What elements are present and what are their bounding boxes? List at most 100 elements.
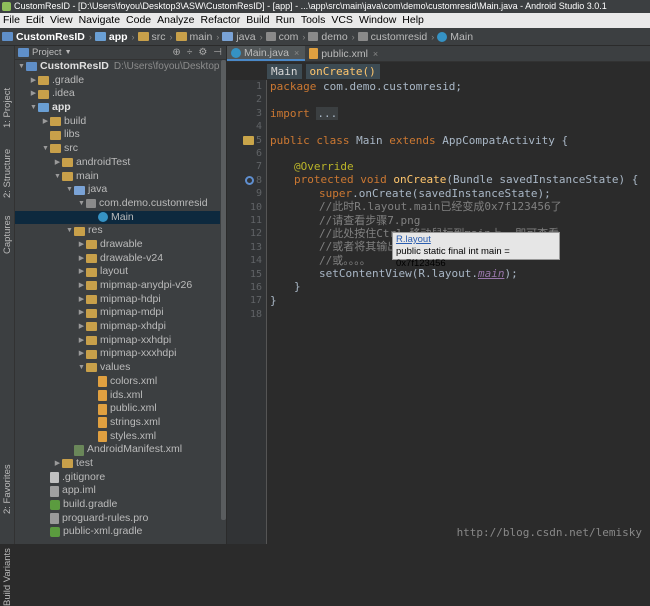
menu-tools[interactable]: Tools xyxy=(298,13,329,28)
tree-item[interactable]: ▶test xyxy=(15,457,226,471)
scrollbar-thumb[interactable] xyxy=(221,60,226,520)
nav-crumb-customresid[interactable]: CustomResID xyxy=(2,31,85,43)
structure-tool-tab[interactable]: 2: Structure xyxy=(2,149,13,198)
class-gutter-icon[interactable] xyxy=(243,136,254,145)
tree-item[interactable]: app.iml xyxy=(15,484,226,498)
tree-item[interactable]: strings.xml xyxy=(15,416,226,430)
nav-crumb-customresid[interactable]: customresid xyxy=(358,31,428,43)
tree-item[interactable]: ▶mipmap-xxxhdpi xyxy=(15,347,226,361)
tree-item[interactable]: ▶mipmap-xhdpi xyxy=(15,320,226,334)
project-panel-title[interactable]: Project xyxy=(32,47,62,58)
tree-item[interactable]: ▼src xyxy=(15,142,226,156)
locate-icon[interactable]: ⊕ xyxy=(172,47,180,58)
menu-build[interactable]: Build xyxy=(243,13,272,28)
project-scrollbar[interactable] xyxy=(220,60,226,544)
breadcrumb-class[interactable]: Main xyxy=(267,64,302,79)
menu-view[interactable]: View xyxy=(47,13,76,28)
tree-item[interactable]: ids.xml xyxy=(15,389,226,403)
tree-item[interactable]: ▶layout xyxy=(15,265,226,279)
nav-crumb-demo[interactable]: demo xyxy=(308,31,347,43)
nav-crumb-java[interactable]: java xyxy=(222,31,255,43)
menu-analyze[interactable]: Analyze xyxy=(154,13,197,28)
editor-tab-main-java[interactable]: Main.java× xyxy=(227,46,305,61)
collapse-arrow-icon[interactable]: ▶ xyxy=(41,115,50,129)
expand-arrow-icon[interactable]: ▼ xyxy=(41,142,50,156)
tree-item[interactable]: build.gradle xyxy=(15,498,226,512)
menu-edit[interactable]: Edit xyxy=(23,13,47,28)
tree-item[interactable]: ▼values xyxy=(15,361,226,375)
hide-panel-icon[interactable]: ⊣ xyxy=(213,47,222,58)
collapse-icon[interactable]: ÷ xyxy=(187,47,193,58)
menu-help[interactable]: Help xyxy=(399,13,427,28)
captures-tool-tab[interactable]: Captures xyxy=(2,215,13,254)
tree-item[interactable]: libs xyxy=(15,128,226,142)
tree-item[interactable]: ▶build xyxy=(15,115,226,129)
tree-item[interactable]: ▼app xyxy=(15,101,226,115)
collapse-arrow-icon[interactable]: ▶ xyxy=(29,87,38,101)
expand-arrow-icon[interactable]: ▼ xyxy=(77,197,86,211)
tree-item[interactable]: ▼main xyxy=(15,170,226,184)
tree-item[interactable]: Main xyxy=(15,211,226,225)
close-icon[interactable]: × xyxy=(373,49,378,59)
collapse-arrow-icon[interactable]: ▶ xyxy=(77,320,86,334)
menu-window[interactable]: Window xyxy=(356,13,399,28)
tree-item[interactable]: ▶mipmap-xxhdpi xyxy=(15,334,226,348)
tree-item[interactable]: colors.xml xyxy=(15,375,226,389)
nav-crumb-src[interactable]: src xyxy=(138,31,166,43)
override-gutter-icon[interactable] xyxy=(245,176,254,185)
tree-item[interactable]: AndroidManifest.xml xyxy=(15,443,226,457)
collapse-arrow-icon[interactable]: ▶ xyxy=(29,74,38,88)
tree-item[interactable]: ▶androidTest xyxy=(15,156,226,170)
collapse-arrow-icon[interactable]: ▶ xyxy=(77,279,86,293)
tree-item[interactable]: styles.xml xyxy=(15,430,226,444)
tree-item[interactable]: ▶drawable xyxy=(15,238,226,252)
tree-item[interactable]: ▶.gradle xyxy=(15,74,226,88)
menu-vcs[interactable]: VCS xyxy=(328,13,356,28)
collapse-arrow-icon[interactable]: ▶ xyxy=(77,252,86,266)
tree-item[interactable]: public-xml.gradle xyxy=(15,525,226,539)
collapse-arrow-icon[interactable]: ▶ xyxy=(77,306,86,320)
tree-item[interactable]: ▼com.demo.customresid xyxy=(15,197,226,211)
collapse-arrow-icon[interactable]: ▶ xyxy=(53,156,62,170)
nav-crumb-com[interactable]: com xyxy=(266,31,299,43)
collapse-arrow-icon[interactable]: ▶ xyxy=(77,293,86,307)
collapse-arrow-icon[interactable]: ▶ xyxy=(53,457,62,471)
code-editor[interactable]: package com.demo.customresid; import ...… xyxy=(267,80,650,544)
expand-arrow-icon[interactable]: ▼ xyxy=(29,101,38,115)
favorites-tool-tab[interactable]: 2: Favorites xyxy=(2,464,13,514)
expand-arrow-icon[interactable]: ▼ xyxy=(65,183,74,197)
menu-file[interactable]: File xyxy=(0,13,23,28)
expand-arrow-icon[interactable]: ▼ xyxy=(77,361,86,375)
menu-run[interactable]: Run xyxy=(273,13,298,28)
folded-imports[interactable]: ... xyxy=(316,107,338,120)
editor-tab-public-xml[interactable]: public.xml× xyxy=(305,46,384,61)
nav-crumb-app[interactable]: app xyxy=(95,31,128,43)
collapse-arrow-icon[interactable]: ▶ xyxy=(77,238,86,252)
breadcrumb-method[interactable]: onCreate() xyxy=(306,64,380,79)
gear-icon[interactable]: ⚙ xyxy=(198,47,207,58)
menu-code[interactable]: Code xyxy=(123,13,154,28)
tree-item[interactable]: ▼java xyxy=(15,183,226,197)
collapse-arrow-icon[interactable]: ▶ xyxy=(77,334,86,348)
menu-refactor[interactable]: Refactor xyxy=(198,13,244,28)
tree-item[interactable]: ▶.idea xyxy=(15,87,226,101)
expand-arrow-icon[interactable]: ▼ xyxy=(53,170,62,184)
tree-item[interactable]: public.xml xyxy=(15,402,226,416)
build-variants-tool-tab[interactable]: Build Variants xyxy=(2,548,13,606)
close-icon[interactable]: × xyxy=(294,48,299,58)
collapse-arrow-icon[interactable]: ▶ xyxy=(77,265,86,279)
tree-item[interactable]: .gitignore xyxy=(15,471,226,485)
project-tool-tab[interactable]: 1: Project xyxy=(2,88,13,128)
tree-item[interactable]: ▶mipmap-anydpi-v26 xyxy=(15,279,226,293)
chevron-down-icon[interactable]: ▼ xyxy=(65,49,72,56)
tree-item[interactable]: ▼res xyxy=(15,224,226,238)
tree-item[interactable]: proguard-rules.pro xyxy=(15,512,226,526)
collapse-arrow-icon[interactable]: ▶ xyxy=(77,347,86,361)
nav-crumb-main[interactable]: main xyxy=(176,31,213,43)
expand-arrow-icon[interactable]: ▼ xyxy=(65,224,74,238)
nav-crumb-main[interactable]: Main xyxy=(437,31,473,43)
expand-arrow-icon[interactable]: ▼ xyxy=(17,60,26,74)
tree-item[interactable]: ▶mipmap-mdpi xyxy=(15,306,226,320)
popup-class-link[interactable]: R.layout xyxy=(396,234,431,245)
tree-item[interactable]: ▶drawable-v24 xyxy=(15,252,226,266)
